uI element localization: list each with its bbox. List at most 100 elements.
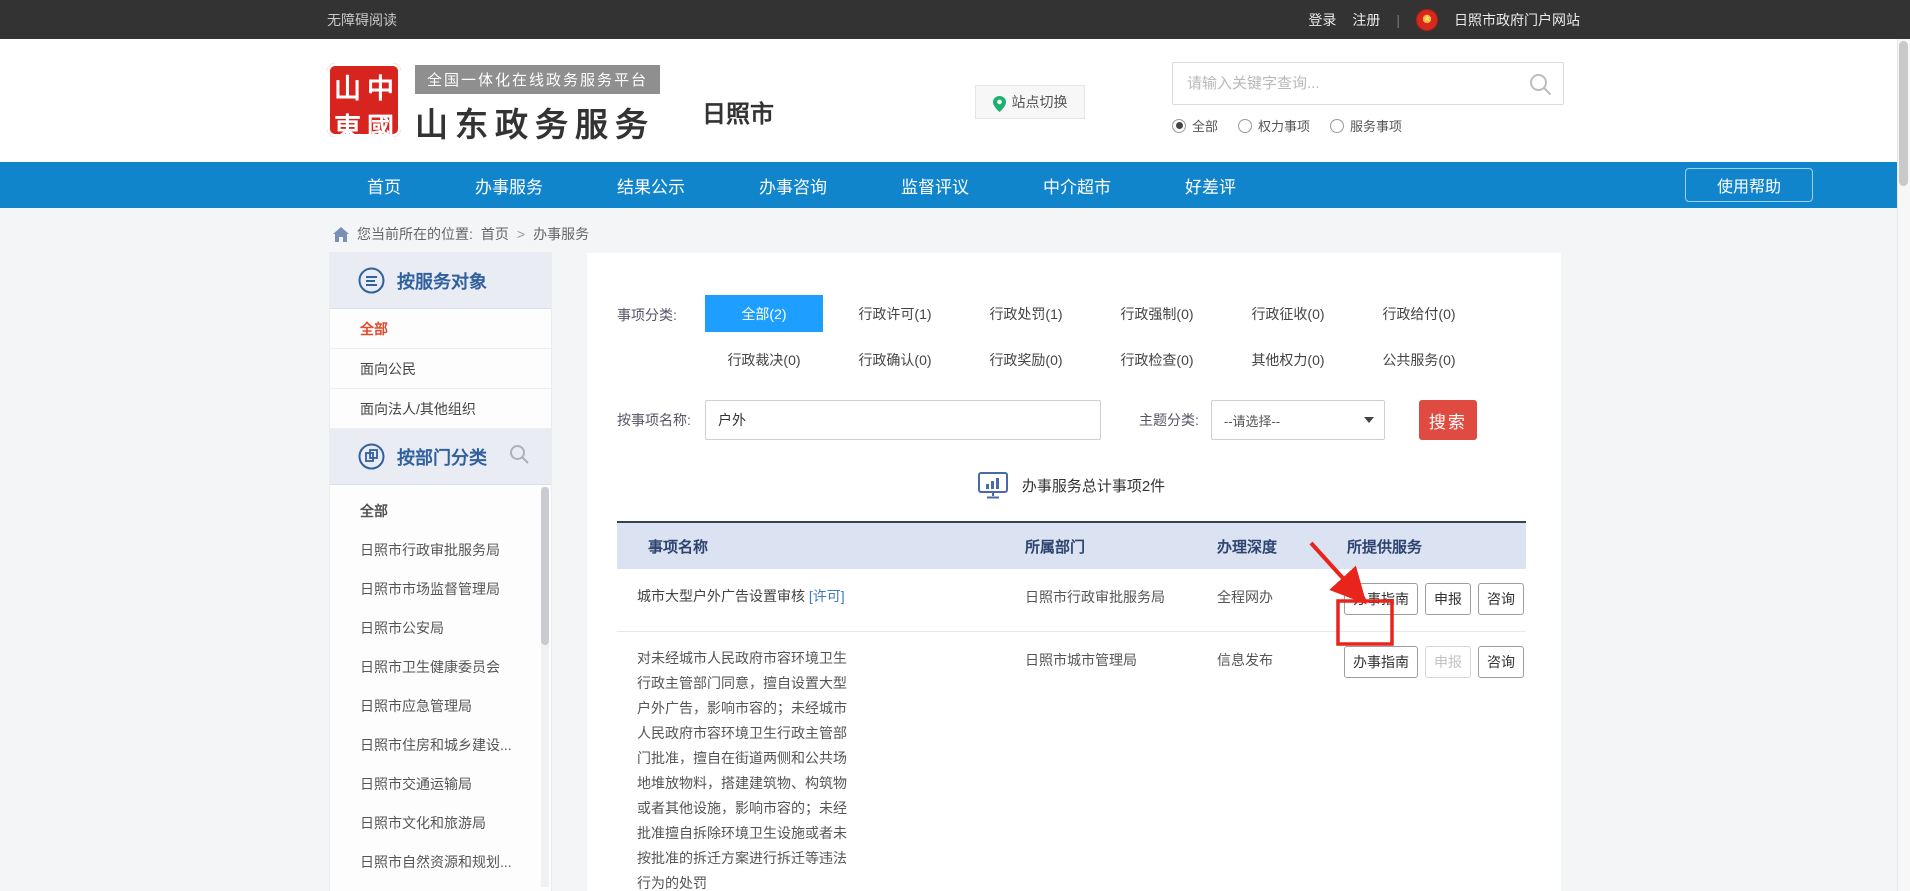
guide-button[interactable]: 办事指南 (1344, 646, 1418, 678)
sidebar-item-legal-persons[interactable]: 面向法人/其他组织 (330, 389, 551, 429)
department-scrollbar[interactable] (541, 487, 549, 887)
seal-char: 國 (367, 106, 394, 145)
tab-xingzhenggeifu[interactable]: 行政给付(0) (1360, 295, 1478, 332)
nav-consult[interactable]: 办事咨询 (759, 173, 827, 198)
sidebar-item-citizens[interactable]: 面向公民 (330, 349, 551, 389)
search-icon[interactable] (1528, 72, 1553, 102)
radio-label: 权力事项 (1258, 116, 1310, 135)
location-pin-icon (993, 96, 1005, 108)
department-header: 按部门分类 (330, 429, 551, 485)
radio-power-items[interactable]: 权力事项 (1238, 116, 1310, 135)
item-tag-link[interactable]: [许可] (809, 588, 845, 604)
shandong-seal-icon: 山 中 東 國 (327, 63, 401, 137)
tab-xingzhengqiangzhi[interactable]: 行政强制(0) (1098, 295, 1216, 332)
item-depth: 全程网办 (1217, 583, 1322, 615)
register-link[interactable]: 注册 (1352, 10, 1380, 30)
topbar-right: 登录 注册 | ★ 日照市政府门户网站 (1308, 9, 1580, 31)
apply-button-disabled: 申报 (1425, 646, 1471, 678)
site-header: 山 中 東 國 全国一体化在线政务服务平台 山东政务服务 日照市 站点切换 (0, 39, 1910, 162)
tab-gonggongfuwu[interactable]: 公共服务(0) (1360, 341, 1478, 378)
tab-xingzhengchufa[interactable]: 行政处罚(1) (967, 295, 1085, 332)
item-name-cell: 对未经城市人民政府市容环境卫生行政主管部门同意，擅自设置大型户外广告，影响市容的… (617, 646, 1007, 891)
radio-dot (1172, 119, 1186, 133)
site-switch-button[interactable]: 站点切换 (975, 85, 1085, 119)
nav-services[interactable]: 办事服务 (475, 173, 543, 198)
page-scrollbar-thumb[interactable] (1899, 41, 1908, 186)
tab-xingzhengqueren[interactable]: 行政确认(0) (836, 341, 954, 378)
item-depth: 信息发布 (1217, 646, 1322, 891)
dept-item[interactable]: 日照市交通运输局 (330, 764, 551, 803)
header-search-area: 全部 权力事项 服务事项 (1172, 62, 1564, 135)
dept-item[interactable]: 日照市公安局 (330, 608, 551, 647)
category-tabs: 全部(2) 行政许可(1) 行政处罚(1) 行政强制(0) 行政征收(0) 行政… (705, 295, 1478, 378)
dept-item[interactable]: 日照市文化和旅游局 (330, 803, 551, 842)
dept-item[interactable]: 日照市行政审批服务局 (330, 530, 551, 569)
help-button[interactable]: 使用帮助 (1685, 168, 1813, 202)
nav-supervision[interactable]: 监督评议 (901, 173, 969, 198)
radio-service-items[interactable]: 服务事项 (1330, 116, 1402, 135)
dept-item[interactable]: 日照市卫生健康委员会 (330, 647, 551, 686)
seal-char: 東 (334, 106, 361, 145)
table-row: 对未经城市人民政府市容环境卫生行政主管部门同意，擅自设置大型户外广告，影响市容的… (617, 632, 1526, 891)
item-name-text[interactable]: 对未经城市人民政府市容环境卫生行政主管部门同意，擅自设置大型户外广告，影响市容的… (637, 646, 855, 891)
dept-item[interactable]: 日照市自然资源和规划... (330, 842, 551, 881)
list-circle-icon (358, 267, 385, 294)
tab-qitaquanli[interactable]: 其他权力(0) (1229, 341, 1347, 378)
tab-xingzhengcaijue[interactable]: 行政裁决(0) (705, 341, 823, 378)
item-department: 日照市城市管理局 (1007, 646, 1217, 891)
apply-button[interactable]: 申报 (1425, 583, 1471, 615)
summary-row: 办事服务总计事项2件 (617, 472, 1526, 499)
tab-all[interactable]: 全部(2) (705, 295, 823, 332)
keyword-search-input[interactable] (1173, 63, 1563, 104)
department-search-icon[interactable] (509, 444, 530, 470)
platform-badge: 全国一体化在线政务服务平台 (415, 65, 660, 94)
tab-xingzhengjiangli[interactable]: 行政奖励(0) (967, 341, 1085, 378)
department-scrollbar-thumb[interactable] (541, 487, 549, 645)
item-name-input[interactable] (705, 400, 1101, 440)
consult-button[interactable]: 咨询 (1478, 646, 1524, 678)
page-scrollbar[interactable] (1897, 39, 1910, 891)
item-name-cell: 城市大型户外广告设置审核 [许可] (617, 583, 1007, 615)
header-search-box (1172, 62, 1564, 105)
site-logo[interactable]: 山 中 東 國 全国一体化在线政务服务平台 山东政务服务 (327, 63, 660, 146)
search-button[interactable]: 搜索 (1419, 400, 1477, 440)
monitor-chart-icon (978, 472, 1008, 499)
item-name-text[interactable]: 城市大型户外广告设置审核 (637, 588, 805, 604)
topic-select[interactable]: --请选择-- (1211, 400, 1385, 440)
login-link[interactable]: 登录 (1308, 10, 1336, 30)
radio-dot (1330, 119, 1344, 133)
logo-text: 全国一体化在线政务服务平台 山东政务服务 (415, 63, 660, 146)
consult-button[interactable]: 咨询 (1478, 583, 1524, 615)
breadcrumb-home[interactable]: 首页 (481, 224, 509, 244)
nav-home[interactable]: 首页 (367, 173, 401, 198)
search-scope-filters: 全部 权力事项 服务事项 (1172, 116, 1564, 135)
top-utility-bar: 无障碍阅读 登录 注册 | ★ 日照市政府门户网站 (0, 0, 1910, 39)
copy-circle-icon (358, 443, 385, 470)
dept-item[interactable]: 日照市住房和城乡建设... (330, 725, 551, 764)
nav-intermediary[interactable]: 中介超市 (1043, 173, 1111, 198)
nav-rating[interactable]: 好差评 (1185, 173, 1236, 198)
item-search-row: 按事项名称: 主题分类: --请选择-- 搜索 (617, 400, 1526, 440)
nav-results[interactable]: 结果公示 (617, 173, 685, 198)
guide-button[interactable]: 办事指南 (1344, 583, 1418, 615)
caret-down-icon (1364, 417, 1374, 423)
item-services: 办事指南 申报 咨询 (1322, 583, 1522, 615)
dept-item-all[interactable]: 全部 (330, 491, 551, 530)
category-filter-row: 事项分类: 全部(2) 行政许可(1) 行政处罚(1) 行政强制(0) 行政征收… (617, 295, 1526, 378)
table-row: 城市大型户外广告设置审核 [许可] 日照市行政审批服务局 全程网办 办事指南 申… (617, 569, 1526, 632)
city-portal-link[interactable]: 日照市政府门户网站 (1454, 10, 1580, 30)
dept-item[interactable]: 日照市市场监督管理局 (330, 569, 551, 608)
tab-xingzhengzhengshou[interactable]: 行政征收(0) (1229, 295, 1347, 332)
accessibility-link[interactable]: 无障碍阅读 (327, 10, 397, 30)
col-depth: 办理深度 (1217, 536, 1322, 557)
results-table: 事项名称 所属部门 办理深度 所提供服务 城市大型户外广告设置审核 [许可] 日… (617, 523, 1526, 891)
breadcrumb: 您当前所在的位置: 首页 > 办事服务 (333, 224, 589, 244)
col-department: 所属部门 (1007, 536, 1217, 557)
topic-label: 主题分类: (1139, 410, 1199, 430)
dept-item[interactable]: 日照市应急管理局 (330, 686, 551, 725)
content-band: 您当前所在的位置: 首页 > 办事服务 按服务对象 全部 面向公民 面向法人/其… (0, 208, 1910, 891)
sidebar-item-all-objects[interactable]: 全部 (330, 309, 551, 349)
tab-xingzhengjiancha[interactable]: 行政检查(0) (1098, 341, 1216, 378)
tab-xingzhengxuke[interactable]: 行政许可(1) (836, 295, 954, 332)
radio-all[interactable]: 全部 (1172, 116, 1218, 135)
